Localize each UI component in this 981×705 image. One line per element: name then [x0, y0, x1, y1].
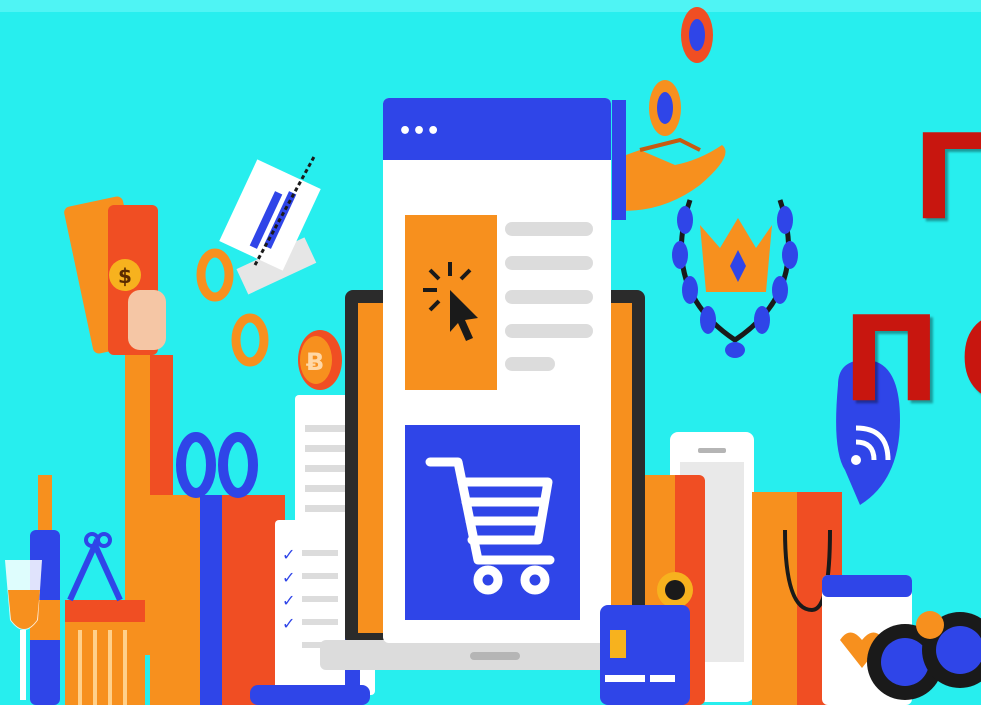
money-icon: $ — [64, 196, 166, 355]
svg-text:✓: ✓ — [282, 568, 295, 587]
crown-icon — [700, 218, 772, 292]
illustration: $ Ƀ ✓ ✓ ✓ ✓ ••• — [0, 0, 981, 705]
hand-coins-icon — [612, 7, 726, 220]
credit-card-icon — [600, 605, 690, 705]
headline-line-2: ПО — [842, 290, 981, 428]
wine-icon — [5, 475, 60, 705]
headline-line-1: Г — [912, 108, 981, 246]
svg-text:✓: ✓ — [282, 545, 295, 564]
bitcoin-symbol: Ƀ — [306, 348, 324, 376]
promo-banner: $ Ƀ ✓ ✓ ✓ ✓ ••• Г П — [0, 0, 981, 705]
svg-text:$: $ — [118, 264, 132, 288]
top-band — [0, 0, 981, 12]
svg-text:✓: ✓ — [282, 591, 295, 610]
bitcoin-coin-icon: Ƀ — [298, 330, 342, 390]
svg-text:✓: ✓ — [282, 614, 295, 633]
browser-dots: ••• — [398, 119, 440, 144]
